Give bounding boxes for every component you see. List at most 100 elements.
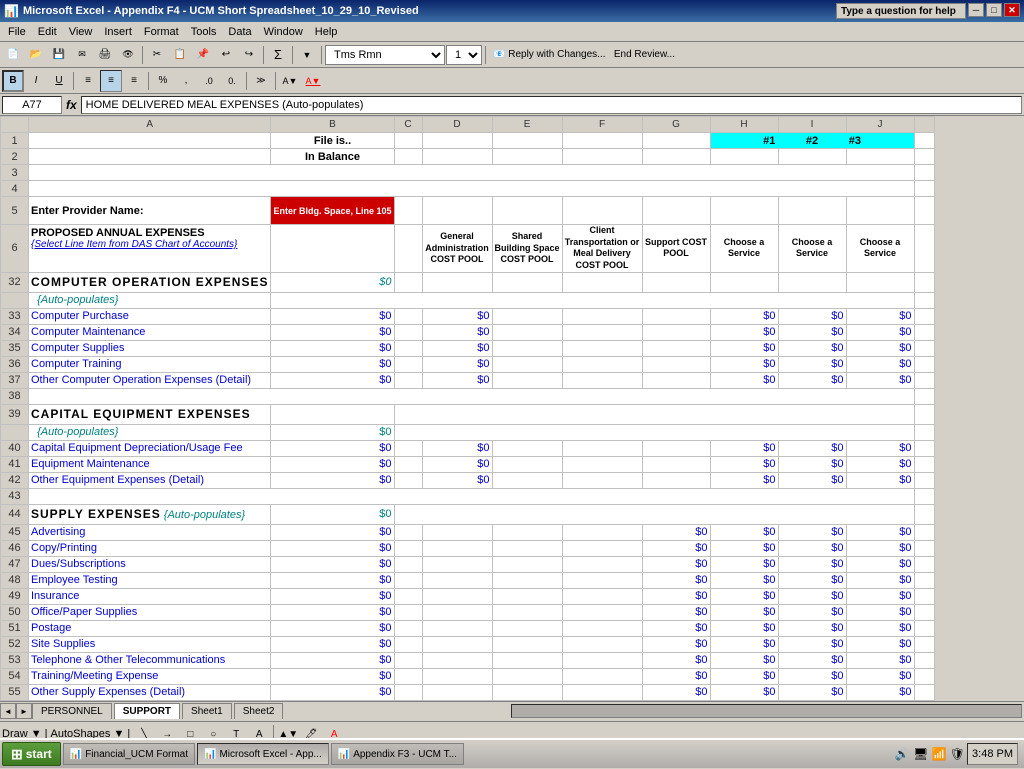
cell-b45[interactable]: $0 <box>271 524 394 540</box>
cell-c54[interactable] <box>394 668 422 684</box>
cell-43[interactable] <box>29 488 915 504</box>
cell-g36[interactable] <box>642 356 710 372</box>
reply-changes-btn[interactable]: 📧 Reply with Changes... End Review... <box>489 49 679 60</box>
cell-d2[interactable] <box>422 149 492 165</box>
redo-btn[interactable]: ↪ <box>238 44 260 66</box>
sheet-tab-sheet2[interactable]: Sheet2 <box>234 703 284 719</box>
cell-d32[interactable] <box>422 272 492 292</box>
cell-f47[interactable] <box>562 556 642 572</box>
cell-a36[interactable]: Computer Training <box>29 356 271 372</box>
sheet-tab-personnel[interactable]: PERSONNEL <box>32 703 112 719</box>
cell-i41[interactable]: $0 <box>778 456 846 472</box>
cell-g47[interactable]: $0 <box>642 556 710 572</box>
cell-h37[interactable]: $0 <box>710 372 778 388</box>
cell-h33[interactable]: $0 <box>710 308 778 324</box>
taskbar-item-appendix-f3[interactable]: 📊 Appendix F3 - UCM T... <box>331 743 464 765</box>
cell-b39b[interactable]: $0 <box>271 424 394 440</box>
cell-a4[interactable] <box>29 181 915 197</box>
menu-window[interactable]: Window <box>258 24 309 40</box>
cell-c40[interactable] <box>394 440 422 456</box>
col-i-header[interactable]: I <box>778 117 846 133</box>
cell-i35[interactable]: $0 <box>778 340 846 356</box>
cell-b35[interactable]: $0 <box>271 340 394 356</box>
scroll-right-btn[interactable]: ► <box>16 703 32 719</box>
cell-i32[interactable] <box>778 272 846 292</box>
cell-d50[interactable] <box>422 604 492 620</box>
cell-a54[interactable]: Training/Meeting Expense <box>29 668 271 684</box>
cell-a48[interactable]: Employee Testing <box>29 572 271 588</box>
menu-help[interactable]: Help <box>309 24 344 40</box>
menu-file[interactable]: File <box>2 24 32 40</box>
cell-j42[interactable]: $0 <box>846 472 914 488</box>
preview-btn[interactable]: 👁 <box>117 44 139 66</box>
cell-d37[interactable]: $0 <box>422 372 492 388</box>
cell-j49[interactable]: $0 <box>846 588 914 604</box>
cell-rest32b[interactable] <box>271 292 914 308</box>
cell-j5[interactable] <box>846 197 914 225</box>
cell-g46[interactable]: $0 <box>642 540 710 556</box>
more-btn[interactable]: ▼ <box>296 44 318 66</box>
cell-b36[interactable]: $0 <box>271 356 394 372</box>
cell-d36[interactable]: $0 <box>422 356 492 372</box>
autosum-btn[interactable]: Σ <box>267 44 289 66</box>
cell-j55[interactable]: $0 <box>846 684 914 700</box>
cell-f33[interactable] <box>562 308 642 324</box>
cell-j47[interactable]: $0 <box>846 556 914 572</box>
cell-b41[interactable]: $0 <box>271 456 394 472</box>
cell-e35[interactable] <box>492 340 562 356</box>
cell-g45[interactable]: $0 <box>642 524 710 540</box>
cell-c33[interactable] <box>394 308 422 324</box>
cell-reference-input[interactable] <box>2 96 62 114</box>
cell-c50[interactable] <box>394 604 422 620</box>
cell-a47[interactable]: Dues/Subscriptions <box>29 556 271 572</box>
dec-dec-btn[interactable]: 0. <box>221 70 243 92</box>
cell-c51[interactable] <box>394 620 422 636</box>
cell-d52[interactable] <box>422 636 492 652</box>
cell-d49[interactable] <box>422 588 492 604</box>
cell-i53[interactable]: $0 <box>778 652 846 668</box>
start-button[interactable]: ⊞ start <box>2 742 61 766</box>
cell-a42[interactable]: Other Equipment Expenses (Detail) <box>29 472 271 488</box>
comma-btn[interactable]: , <box>175 70 197 92</box>
cell-c49[interactable] <box>394 588 422 604</box>
cell-b44[interactable]: $0 <box>271 504 394 524</box>
cell-f53[interactable] <box>562 652 642 668</box>
cell-g6[interactable]: Support COST POOL <box>642 225 710 273</box>
menu-view[interactable]: View <box>63 24 99 40</box>
cell-j48[interactable]: $0 <box>846 572 914 588</box>
cell-h55[interactable]: $0 <box>710 684 778 700</box>
cell-i2[interactable] <box>778 149 846 165</box>
cell-c46[interactable] <box>394 540 422 556</box>
cell-f42[interactable] <box>562 472 642 488</box>
cell-j51[interactable]: $0 <box>846 620 914 636</box>
cell-h35[interactable]: $0 <box>710 340 778 356</box>
cell-h53[interactable]: $0 <box>710 652 778 668</box>
cell-c52[interactable] <box>394 636 422 652</box>
cell-j45[interactable]: $0 <box>846 524 914 540</box>
print-btn[interactable]: 🖨 <box>94 44 116 66</box>
cell-i48[interactable]: $0 <box>778 572 846 588</box>
cell-h2[interactable] <box>710 149 778 165</box>
cell-h46[interactable]: $0 <box>710 540 778 556</box>
taskbar-item-excel-app[interactable]: 📊 Microsoft Excel - App... <box>197 743 329 765</box>
cell-b51[interactable]: $0 <box>271 620 394 636</box>
cell-a39b[interactable]: {Auto-populates} <box>29 424 271 440</box>
cell-c6[interactable] <box>394 225 422 273</box>
cell-b55[interactable]: $0 <box>271 684 394 700</box>
cell-i36[interactable]: $0 <box>778 356 846 372</box>
cell-e42[interactable] <box>492 472 562 488</box>
cell-b33[interactable]: $0 <box>271 308 394 324</box>
cell-h51[interactable]: $0 <box>710 620 778 636</box>
cell-d5[interactable] <box>422 197 492 225</box>
paste-btn[interactable]: 📌 <box>192 44 214 66</box>
cell-e41[interactable] <box>492 456 562 472</box>
cell-h32[interactable] <box>710 272 778 292</box>
cell-i49[interactable]: $0 <box>778 588 846 604</box>
cell-c35[interactable] <box>394 340 422 356</box>
cell-j54[interactable]: $0 <box>846 668 914 684</box>
cell-a44[interactable]: SUPPLY EXPENSES {Auto-populates} <box>29 504 271 524</box>
cell-h40[interactable]: $0 <box>710 440 778 456</box>
cell-d40[interactable]: $0 <box>422 440 492 456</box>
cell-i52[interactable]: $0 <box>778 636 846 652</box>
cell-b50[interactable]: $0 <box>271 604 394 620</box>
